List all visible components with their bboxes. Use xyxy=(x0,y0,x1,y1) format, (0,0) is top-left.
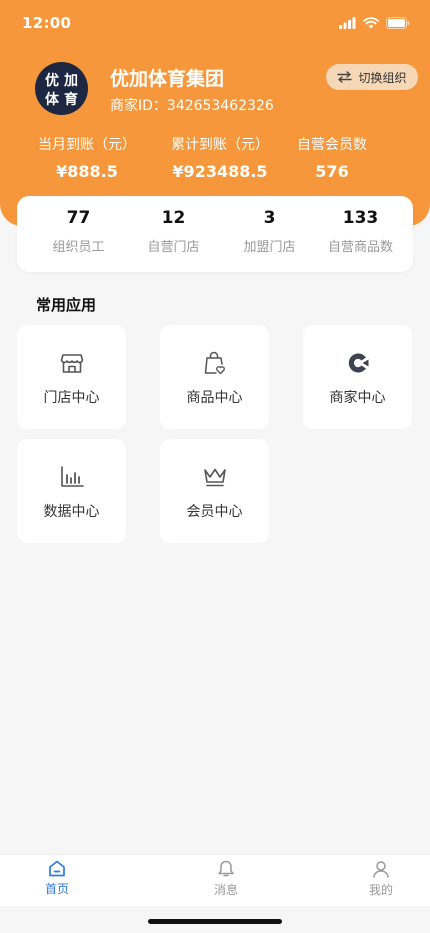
monthly-revenue-value: ¥888.5 xyxy=(56,162,118,181)
swap-arrows-icon xyxy=(337,71,353,83)
member-count-label: 自营会员数 xyxy=(297,137,367,153)
shopping-bag-icon xyxy=(202,351,228,375)
switch-org-button[interactable]: 切换组织 xyxy=(326,64,418,90)
stat-products-value: 133 xyxy=(342,208,379,228)
monthly-revenue: 当月到账（元） ¥888.5 xyxy=(27,134,147,181)
home-indicator[interactable] xyxy=(148,919,282,924)
app-member-center-label: 会员中心 xyxy=(186,504,243,520)
tab-home[interactable]: 首页 xyxy=(27,860,87,897)
member-count: 自营会员数 576 xyxy=(272,134,392,181)
bell-icon xyxy=(218,860,234,877)
svg-text:优: 优 xyxy=(45,72,59,89)
status-icons xyxy=(339,17,410,29)
stat-employees-value: 77 xyxy=(66,208,91,228)
status-time: 12:00 xyxy=(22,14,72,32)
section-title-common-apps: 常用应用 xyxy=(36,296,97,314)
status-bar: 12:00 xyxy=(0,0,430,46)
total-revenue-label: 累计到账（元） xyxy=(171,137,269,153)
home-icon xyxy=(49,860,65,877)
tab-messages-label: 消息 xyxy=(213,883,238,897)
stat-own-stores[interactable]: 12 自营门店 xyxy=(124,208,223,255)
app-store-center[interactable]: 门店中心 xyxy=(17,325,126,429)
app-data-center-label: 数据中心 xyxy=(43,504,100,520)
battery-icon xyxy=(386,17,410,29)
store-icon xyxy=(59,351,85,375)
stat-franchise-stores-value: 3 xyxy=(263,208,276,228)
cellular-signal-icon xyxy=(339,17,356,29)
stat-products-label: 自营商品数 xyxy=(327,240,393,255)
user-icon xyxy=(373,861,389,878)
app-product-center[interactable]: 商品中心 xyxy=(160,325,269,429)
total-revenue: 累计到账（元） ¥923488.5 xyxy=(160,134,280,181)
app-store-center-label: 门店中心 xyxy=(43,390,100,406)
screen: 12:00 优 加 体 育 优加体育集团 商家ID：342653462326 切… xyxy=(0,0,430,933)
stat-employees[interactable]: 77 组织员工 xyxy=(29,208,128,255)
app-product-center-label: 商品中心 xyxy=(186,390,243,406)
tab-bar: 首页 消息 我的 xyxy=(0,854,430,906)
total-revenue-value: ¥923488.5 xyxy=(172,162,268,181)
app-member-center[interactable]: 会员中心 xyxy=(160,439,269,543)
app-merchant-center-label: 商家中心 xyxy=(329,390,386,406)
stat-employees-label: 组织员工 xyxy=(52,240,105,255)
svg-text:育: 育 xyxy=(64,91,78,108)
bar-chart-icon xyxy=(59,465,85,489)
org-id-value: 342653462326 xyxy=(166,98,274,114)
org-id-label: 商家ID： xyxy=(110,98,167,114)
monthly-revenue-label: 当月到账（元） xyxy=(38,137,136,153)
stat-franchise-stores-label: 加盟门店 xyxy=(243,240,296,255)
stat-franchise-stores[interactable]: 3 加盟门店 xyxy=(220,208,319,255)
crown-icon xyxy=(202,465,228,489)
app-merchant-center[interactable]: 商家中心 xyxy=(303,325,412,429)
switch-org-label: 切换组织 xyxy=(358,70,407,85)
org-name: 优加体育集团 xyxy=(110,68,225,90)
stat-products[interactable]: 133 自营商品数 xyxy=(311,208,410,255)
member-count-value: 576 xyxy=(315,162,349,181)
svg-text:体: 体 xyxy=(45,91,60,108)
org-logo-mark: 优 加 体 育 xyxy=(45,72,78,108)
app-data-center[interactable]: 数据中心 xyxy=(17,439,126,543)
merchant-icon xyxy=(345,351,371,375)
org-id: 商家ID：342653462326 xyxy=(110,95,274,115)
stat-own-stores-label: 自营门店 xyxy=(147,240,200,255)
wifi-icon xyxy=(363,17,379,29)
stat-own-stores-value: 12 xyxy=(161,208,186,228)
org-logo: 优 加 体 育 xyxy=(35,62,88,115)
svg-text:加: 加 xyxy=(63,73,78,89)
tab-profile-label: 我的 xyxy=(368,883,393,897)
tab-home-label: 首页 xyxy=(44,882,69,896)
tab-profile[interactable]: 我的 xyxy=(351,860,411,898)
stats-card: 77 组织员工 12 自营门店 3 加盟门店 133 自营商品数 xyxy=(17,196,413,272)
tab-messages[interactable]: 消息 xyxy=(196,860,256,898)
